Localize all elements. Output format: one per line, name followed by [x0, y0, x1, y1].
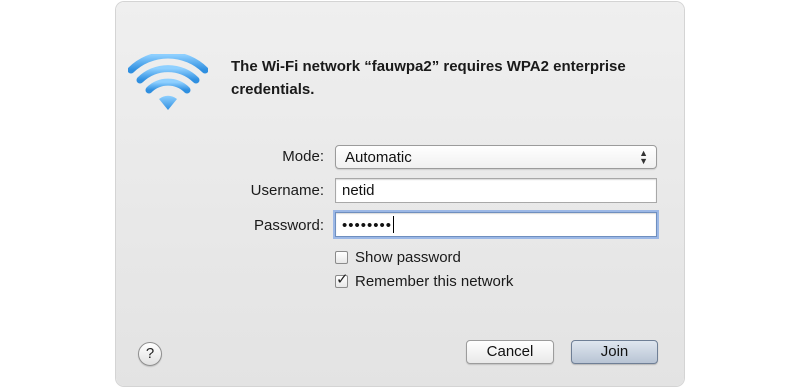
username-value: netid	[342, 182, 375, 199]
username-field[interactable]: netid	[335, 178, 657, 203]
mode-select-value: Automatic	[345, 149, 412, 166]
remember-network-checkbox[interactable]: ✓	[335, 271, 349, 288]
show-password-checkbox[interactable]	[335, 250, 348, 264]
wifi-signal-icon	[128, 54, 208, 110]
password-label: Password:	[253, 217, 324, 234]
show-password-option[interactable]: Show password	[335, 248, 461, 266]
text-caret	[393, 216, 395, 233]
wifi-credentials-dialog: The Wi-Fi network “fauwpa2” requires WPA…	[116, 2, 684, 386]
updown-arrows-icon: ▲ ▼	[639, 148, 648, 166]
checkmark-icon: ✓	[336, 270, 349, 288]
password-field[interactable]: ••••••••	[335, 212, 657, 237]
show-password-label[interactable]: Show password	[355, 249, 461, 266]
mode-label: Mode:	[282, 148, 324, 165]
dialog-message: The Wi-Fi network “fauwpa2” requires WPA…	[231, 58, 626, 98]
join-button[interactable]: Join	[571, 340, 658, 364]
remember-network-label[interactable]: Remember this network	[355, 273, 513, 290]
help-button[interactable]: ?	[138, 342, 162, 366]
username-label: Username:	[250, 182, 324, 199]
cancel-button[interactable]: Cancel	[466, 340, 554, 364]
password-mask: ••••••••	[342, 217, 393, 234]
mode-select[interactable]: Automatic ▲ ▼	[335, 145, 657, 169]
remember-network-option[interactable]: ✓ Remember this network	[335, 271, 513, 290]
